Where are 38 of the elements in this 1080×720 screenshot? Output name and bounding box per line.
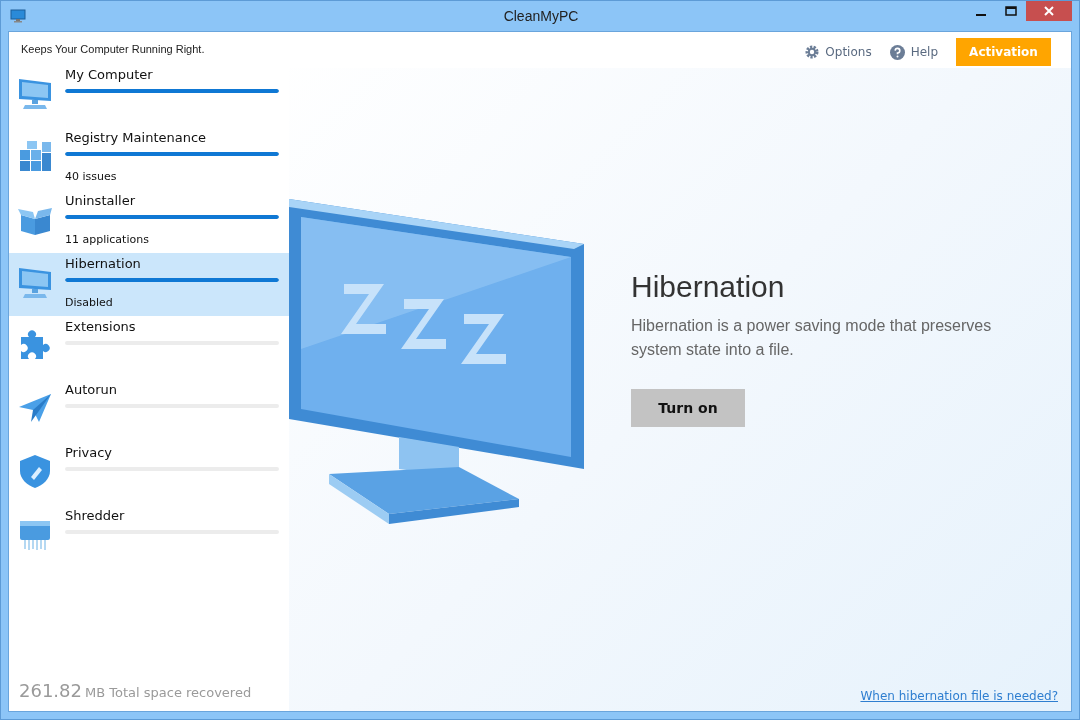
item-status: 40 issues: [65, 170, 118, 183]
maximize-icon: [1005, 6, 1017, 16]
blocks-icon: [17, 138, 53, 174]
monitor-icon: [10, 9, 26, 23]
item-status: Disabled: [65, 296, 114, 309]
panel-description: Hibernation is a power saving mode that preserves system state into a file.: [631, 316, 993, 360]
item-label: Privacy: [65, 445, 114, 462]
options-button[interactable]: Options: [805, 45, 872, 59]
shield-icon: [17, 453, 53, 489]
item-label: Uninstaller: [65, 193, 136, 210]
recovered-label: MB Total space recovered: [85, 685, 252, 700]
item-label: Registry Maintenance: [65, 130, 208, 147]
close-button[interactable]: [1026, 1, 1072, 21]
item-label: My Computer: [65, 67, 154, 84]
window-title: CleanMyPC: [502, 8, 580, 24]
help-icon: [889, 44, 905, 60]
turn-on-button[interactable]: Turn on: [631, 388, 745, 427]
sidebar-item[interactable]: Registry Maintenance 40 issues: [9, 127, 289, 190]
close-icon: [1044, 6, 1054, 16]
item-label: Autorun: [65, 382, 118, 399]
recovered-amount: 261.82: [19, 680, 82, 701]
help-link[interactable]: When hibernation file is needed?: [860, 689, 1058, 703]
sidebar-item[interactable]: Hibernation Disabled: [9, 253, 289, 316]
sidebar-item[interactable]: My Computer: [9, 64, 289, 127]
help-button[interactable]: Help: [889, 44, 938, 60]
sidebar-item[interactable]: Extensions: [9, 316, 289, 379]
minimize-icon: [976, 13, 986, 16]
panel-heading: Hibernation: [631, 270, 786, 305]
sidebar-item[interactable]: Shredder: [9, 505, 289, 568]
sidebar-item[interactable]: Autorun: [9, 379, 289, 442]
settings-icon: [805, 45, 820, 59]
item-status: 11 applications: [65, 233, 150, 246]
sidebar-item[interactable]: Privacy: [9, 442, 289, 505]
tagline: Keeps Your Computer Running Right.: [20, 42, 206, 57]
item-label: Extensions: [65, 319, 137, 336]
item-label: Hibernation: [65, 256, 142, 273]
sidebar-item[interactable]: Uninstaller 11 applications: [9, 190, 289, 253]
item-label: Shredder: [65, 508, 126, 525]
